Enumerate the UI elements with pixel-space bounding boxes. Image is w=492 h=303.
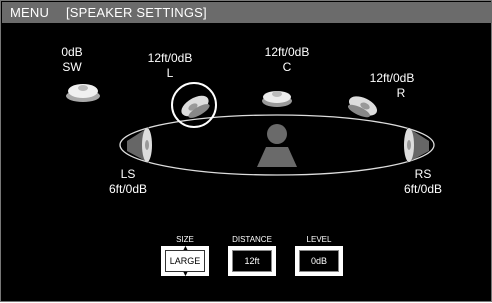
r-value: 12ft/0dB [369, 71, 415, 85]
rs-value: 6ft/0dB [403, 182, 443, 196]
l-label: 12ft/0dB L [145, 51, 195, 81]
rs-speaker-icon[interactable] [403, 125, 435, 165]
l-speaker-icon[interactable] [177, 91, 213, 119]
arrow-down-icon[interactable]: ▼ [182, 271, 189, 278]
sw-name: SW [62, 60, 82, 74]
distance-value: 12ft [232, 250, 272, 272]
level-value: 0dB [299, 250, 339, 272]
ls-label: LS 6ft/0dB [101, 167, 155, 197]
sw-speaker-icon[interactable] [64, 78, 102, 104]
level-selector[interactable]: 0dB [295, 246, 343, 276]
ls-name: LS [120, 167, 136, 181]
sw-level: 0dB [61, 45, 83, 59]
r-speaker-icon[interactable] [345, 91, 381, 119]
c-name: C [282, 60, 292, 74]
rs-label: RS 6ft/0dB [395, 167, 451, 197]
ls-speaker-icon[interactable] [121, 125, 153, 165]
l-name: L [166, 66, 174, 80]
ls-value: 6ft/0dB [108, 182, 148, 196]
level-label: LEVEL [306, 235, 332, 244]
speaker-settings-screen: MENU [SPEAKER SETTINGS] 0dB SW 12ft/0dB … [0, 0, 492, 302]
rs-name: RS [414, 167, 432, 181]
c-value: 12ft/0dB [264, 45, 310, 59]
size-selector[interactable]: ▲ LARGE ▼ [161, 245, 209, 278]
size-value: LARGE [165, 250, 205, 272]
c-label: 12ft/0dB C [259, 45, 315, 75]
distance-label: DISTANCE [232, 235, 272, 244]
c-speaker-icon[interactable] [260, 85, 294, 109]
l-value: 12ft/0dB [147, 51, 193, 65]
distance-selector[interactable]: 12ft [228, 246, 276, 276]
size-label: SIZE [176, 235, 194, 244]
sw-label: 0dB SW [57, 45, 87, 75]
listener-icon [257, 124, 297, 167]
